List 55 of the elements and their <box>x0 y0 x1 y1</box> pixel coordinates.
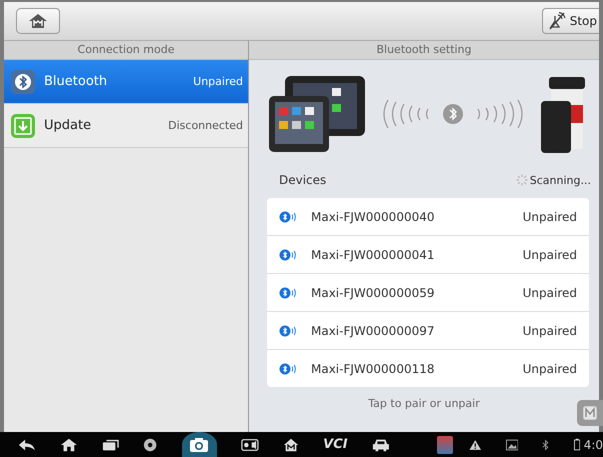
bluetooth-icon <box>10 68 36 94</box>
display-toggle-icon[interactable] <box>241 438 260 452</box>
panel-header: Bluetooth setting <box>249 41 599 60</box>
app-thumbnail-icon[interactable] <box>437 436 454 454</box>
image-icon[interactable] <box>506 438 518 450</box>
connection-mode-item[interactable]: Update Disconnected <box>4 104 248 148</box>
mode-status: Unpaired <box>193 75 243 88</box>
stop-button[interactable]: Stop <box>542 8 599 34</box>
floating-logo-button[interactable] <box>577 400 603 426</box>
home-icon[interactable] <box>60 436 78 452</box>
recent-apps-icon[interactable] <box>102 438 120 452</box>
device-status: Unpaired <box>522 324 577 338</box>
warning-icon[interactable] <box>469 438 482 450</box>
vci-label[interactable]: VCI <box>323 437 348 452</box>
connection-mode-item[interactable]: Bluetooth Unpaired <box>4 60 248 104</box>
mode-label: Bluetooth <box>44 74 108 89</box>
bluetooth-signal-icon <box>279 362 297 374</box>
scanning-status: Scanning... <box>530 174 591 186</box>
bluetooth-signal-icon <box>279 324 297 336</box>
device-name: Maxi-FJW000000059 <box>311 286 434 300</box>
house-icon <box>28 13 48 29</box>
device-name: Maxi-FJW000000041 <box>311 248 434 262</box>
mode-status: Disconnected <box>168 119 243 132</box>
back-icon[interactable] <box>18 438 36 452</box>
clock-time: 4:0 <box>584 438 603 452</box>
device-name: Maxi-FJW000000097 <box>311 324 434 338</box>
device-row[interactable]: Maxi-FJW000000059 Unpaired <box>267 274 589 312</box>
bluetooth-signal-icon <box>279 210 297 222</box>
device-name: Maxi-FJW000000118 <box>311 362 434 376</box>
device-row[interactable]: Maxi-FJW000000041 Unpaired <box>267 236 589 274</box>
car-icon[interactable] <box>372 436 390 452</box>
panel-header: Connection mode <box>4 41 248 60</box>
bluetooth-icon <box>542 438 550 450</box>
spinner-icon <box>516 174 528 186</box>
bluetooth-signal-icon <box>279 248 297 260</box>
device-status: Unpaired <box>522 248 577 262</box>
home-button[interactable] <box>16 8 60 34</box>
device-status: Unpaired <box>522 362 577 376</box>
device-name: Maxi-FJW000000040 <box>311 210 434 224</box>
device-row[interactable]: Maxi-FJW000000118 Unpaired <box>267 350 589 387</box>
hint-text: Tap to pair or unpair <box>367 397 481 410</box>
bluetooth-signal-icon <box>279 286 297 298</box>
device-status: Unpaired <box>522 210 577 224</box>
device-status: Unpaired <box>522 286 577 300</box>
browser-icon[interactable] <box>143 436 158 452</box>
house-icon[interactable] <box>283 436 300 452</box>
devices-heading: Devices <box>279 173 326 187</box>
battery-icon <box>574 438 580 451</box>
download-icon <box>10 112 36 138</box>
device-row[interactable]: Maxi-FJW000000040 Unpaired <box>267 198 589 236</box>
no-signal-icon <box>546 11 567 31</box>
camera-icon[interactable] <box>189 436 210 452</box>
logo-icon <box>583 406 597 420</box>
device-row[interactable]: Maxi-FJW000000097 Unpaired <box>267 312 589 350</box>
mode-label: Update <box>44 118 92 133</box>
